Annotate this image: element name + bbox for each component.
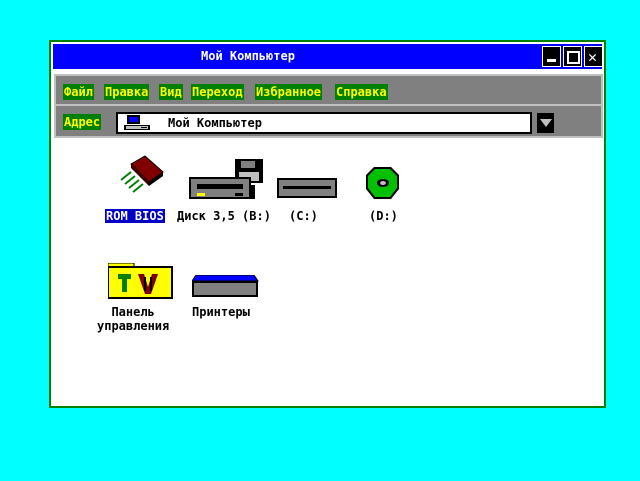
drive-d-label[interactable]: (D:) — [369, 209, 398, 223]
control-panel-label-line1: Панель — [111, 305, 155, 319]
rom-bios-item[interactable] — [117, 154, 165, 197]
menu-edit[interactable]: Правка — [104, 84, 150, 100]
menu-help[interactable]: Справка — [335, 84, 388, 100]
menu-go[interactable]: Переход — [191, 84, 244, 100]
rom-bios-label[interactable]: ROM BIOS — [105, 209, 165, 223]
menu-file[interactable]: Файл — [63, 84, 94, 100]
drive-c-label[interactable]: (C:) — [289, 209, 318, 223]
address-field[interactable]: Мой Компьютер — [116, 112, 532, 134]
control-panel-label-line2: управления — [97, 319, 170, 333]
control-panel-icon — [107, 262, 173, 299]
floppy-drive-item[interactable] — [189, 159, 265, 204]
divider — [56, 104, 601, 106]
printers-label[interactable]: Принтеры — [192, 305, 250, 319]
floppy-drive-label[interactable]: Диск 3,5 (B:) — [177, 209, 271, 223]
computer-icon — [124, 115, 150, 130]
address-value: Мой Компьютер — [168, 116, 262, 130]
close-icon: ✕ — [588, 48, 598, 66]
menu-address-panel: Файл Правка Вид Переход Избранное Справк… — [54, 74, 603, 138]
cd-drive-icon — [366, 167, 399, 199]
printer-icon — [191, 274, 259, 297]
floppy-drive-icon — [189, 159, 263, 199]
address-dropdown-button[interactable] — [537, 113, 554, 133]
drive-d-item[interactable] — [365, 165, 401, 204]
window-title: Мой Компьютер — [201, 49, 295, 63]
minimize-button[interactable] — [542, 46, 561, 67]
menu-favorites[interactable]: Избранное — [255, 84, 323, 100]
address-label: Адрес — [63, 114, 102, 130]
hard-drive-icon — [277, 178, 337, 198]
control-panel-label[interactable]: Панель управления — [97, 305, 169, 333]
chip-icon — [120, 155, 164, 193]
control-panel-item[interactable] — [107, 262, 174, 302]
my-computer-window: Мой Компьютер ✕ Файл Правка Вид Переход … — [49, 40, 606, 408]
menu-view[interactable]: Вид — [159, 84, 183, 100]
drive-c-item[interactable] — [277, 178, 339, 203]
printers-item[interactable] — [191, 274, 260, 302]
close-button[interactable]: ✕ — [584, 46, 603, 67]
maximize-button[interactable] — [563, 46, 582, 67]
title-bar[interactable]: Мой Компьютер ✕ — [53, 44, 603, 69]
